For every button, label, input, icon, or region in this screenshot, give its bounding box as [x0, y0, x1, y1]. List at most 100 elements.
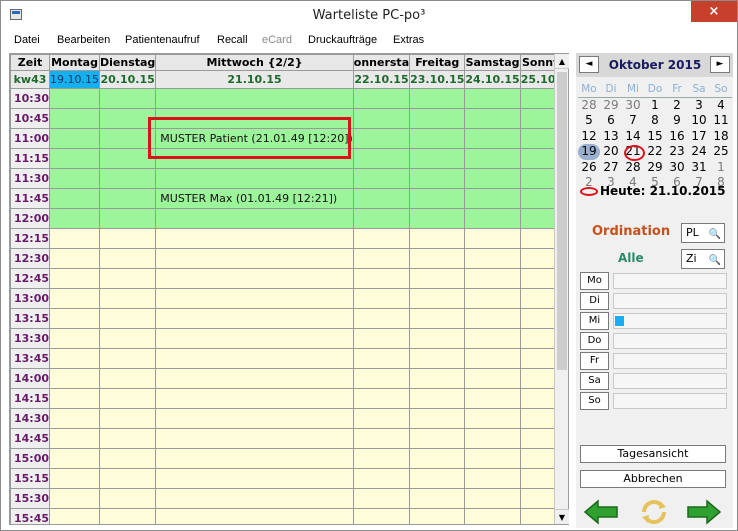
- slot-donnerstag[interactable]: [352, 148, 411, 169]
- slot-montag[interactable]: [49, 268, 100, 289]
- slot-samstag[interactable]: [464, 388, 521, 409]
- slot-mittwoch[interactable]: [155, 308, 354, 329]
- calendar-day[interactable]: 25: [710, 144, 732, 160]
- slot-dienstag[interactable]: [98, 248, 157, 269]
- calendar-day[interactable]: 8: [644, 113, 666, 129]
- slot-donnerstag[interactable]: [352, 208, 411, 229]
- abbrechen-button[interactable]: Abbrechen: [580, 470, 726, 488]
- slot-samstag[interactable]: [464, 248, 521, 269]
- slot-montag[interactable]: [49, 88, 100, 109]
- slot-montag[interactable]: [49, 488, 100, 509]
- slot-samstag[interactable]: [464, 348, 521, 369]
- slot-mittwoch[interactable]: [155, 228, 354, 249]
- slot-donnerstag[interactable]: [352, 308, 411, 329]
- slot-samstag[interactable]: [464, 188, 521, 209]
- calendar-day[interactable]: 7: [622, 113, 644, 129]
- day-button-do[interactable]: Do: [580, 332, 609, 350]
- slot-mittwoch[interactable]: [155, 88, 354, 109]
- slot-samstag[interactable]: [464, 148, 521, 169]
- slot-freitag[interactable]: [409, 348, 466, 369]
- today-link[interactable]: Heute: 21.10.2015: [580, 184, 726, 198]
- vertical-scrollbar[interactable]: ▲ ▼: [554, 54, 569, 524]
- slot-samstag[interactable]: [464, 328, 521, 349]
- day-button-mi[interactable]: Mi: [580, 312, 609, 330]
- slot-montag[interactable]: [49, 308, 100, 329]
- slot-donnerstag[interactable]: [352, 248, 411, 269]
- slot-dienstag[interactable]: [98, 288, 157, 309]
- calendar-day[interactable]: 31: [688, 160, 710, 176]
- slot-mittwoch[interactable]: [155, 328, 354, 349]
- calendar-day[interactable]: 20: [600, 144, 622, 160]
- slot-mittwoch[interactable]: [155, 408, 354, 429]
- menu-datei[interactable]: Datei: [14, 34, 40, 46]
- calendar-day[interactable]: 17: [688, 129, 710, 145]
- slot-samstag[interactable]: [464, 448, 521, 469]
- slot-montag[interactable]: [49, 288, 100, 309]
- menu-recall[interactable]: Recall: [217, 34, 248, 46]
- scroll-down-arrow-icon[interactable]: ▼: [555, 509, 569, 524]
- slot-dienstag[interactable]: [98, 408, 157, 429]
- slot-dienstag[interactable]: [98, 468, 157, 489]
- day-button-mo[interactable]: Mo: [580, 272, 609, 290]
- slot-freitag[interactable]: [409, 148, 466, 169]
- calendar-day[interactable]: 18: [710, 129, 732, 145]
- slot-dienstag[interactable]: [98, 348, 157, 369]
- slot-montag[interactable]: [49, 448, 100, 469]
- slot-montag[interactable]: [49, 128, 100, 149]
- slot-dienstag[interactable]: [98, 208, 157, 229]
- calendar-day[interactable]: 29: [600, 98, 622, 114]
- appointment-entry[interactable]: MUSTER Patient (21.01.49 [12:20]): [155, 128, 354, 149]
- slot-samstag[interactable]: [464, 408, 521, 429]
- slot-mittwoch[interactable]: [155, 248, 354, 269]
- slot-dienstag[interactable]: [98, 148, 157, 169]
- slot-dienstag[interactable]: [98, 368, 157, 389]
- date-dienstag[interactable]: 20.10.15: [98, 70, 157, 89]
- slot-freitag[interactable]: [409, 228, 466, 249]
- slot-freitag[interactable]: [409, 248, 466, 269]
- date-mittwoch[interactable]: 21.10.15: [155, 70, 354, 89]
- date-freitag[interactable]: 23.10.15: [409, 70, 466, 89]
- slot-samstag[interactable]: [464, 268, 521, 289]
- calendar-day[interactable]: 9: [666, 113, 688, 129]
- date-montag[interactable]: 19.10.15: [49, 70, 100, 89]
- calendar-day[interactable]: 4: [710, 98, 732, 114]
- ordination-search-button[interactable]: PL 🔍: [681, 223, 725, 243]
- slot-mittwoch[interactable]: [155, 108, 354, 129]
- slot-freitag[interactable]: [409, 128, 466, 149]
- slot-samstag[interactable]: [464, 468, 521, 489]
- calendar-day[interactable]: 19: [578, 144, 600, 160]
- slot-dienstag[interactable]: [98, 488, 157, 509]
- col-header-donnerstag[interactable]: onnersta: [352, 54, 411, 71]
- slot-donnerstag[interactable]: [352, 448, 411, 469]
- slot-mittwoch[interactable]: [155, 168, 354, 189]
- calendar-day[interactable]: 14: [622, 129, 644, 145]
- slot-montag[interactable]: [49, 188, 100, 209]
- slot-montag[interactable]: [49, 348, 100, 369]
- calendar-day[interactable]: 16: [666, 129, 688, 145]
- slot-donnerstag[interactable]: [352, 508, 411, 524]
- slot-mittwoch[interactable]: [155, 348, 354, 369]
- slot-dienstag[interactable]: [98, 128, 157, 149]
- slot-dienstag[interactable]: [98, 88, 157, 109]
- slot-donnerstag[interactable]: [352, 488, 411, 509]
- slot-freitag[interactable]: [409, 368, 466, 389]
- slot-freitag[interactable]: [409, 308, 466, 329]
- calendar-day[interactable]: 10: [688, 113, 710, 129]
- slot-montag[interactable]: [49, 228, 100, 249]
- slot-dienstag[interactable]: [98, 308, 157, 329]
- slot-montag[interactable]: [49, 168, 100, 189]
- day-button-sa[interactable]: Sa: [580, 372, 609, 390]
- close-button[interactable]: ×: [691, 1, 737, 22]
- slot-dienstag[interactable]: [98, 268, 157, 289]
- slot-dienstag[interactable]: [98, 108, 157, 129]
- slot-donnerstag[interactable]: [352, 88, 411, 109]
- slot-samstag[interactable]: [464, 228, 521, 249]
- tagesansicht-button[interactable]: Tagesansicht: [580, 445, 726, 463]
- calendar-day[interactable]: 29: [644, 160, 666, 176]
- slot-mittwoch[interactable]: [155, 268, 354, 289]
- slot-donnerstag[interactable]: [352, 348, 411, 369]
- day-button-so[interactable]: So: [580, 392, 609, 410]
- slot-montag[interactable]: [49, 408, 100, 429]
- slot-samstag[interactable]: [464, 168, 521, 189]
- slot-dienstag[interactable]: [98, 228, 157, 249]
